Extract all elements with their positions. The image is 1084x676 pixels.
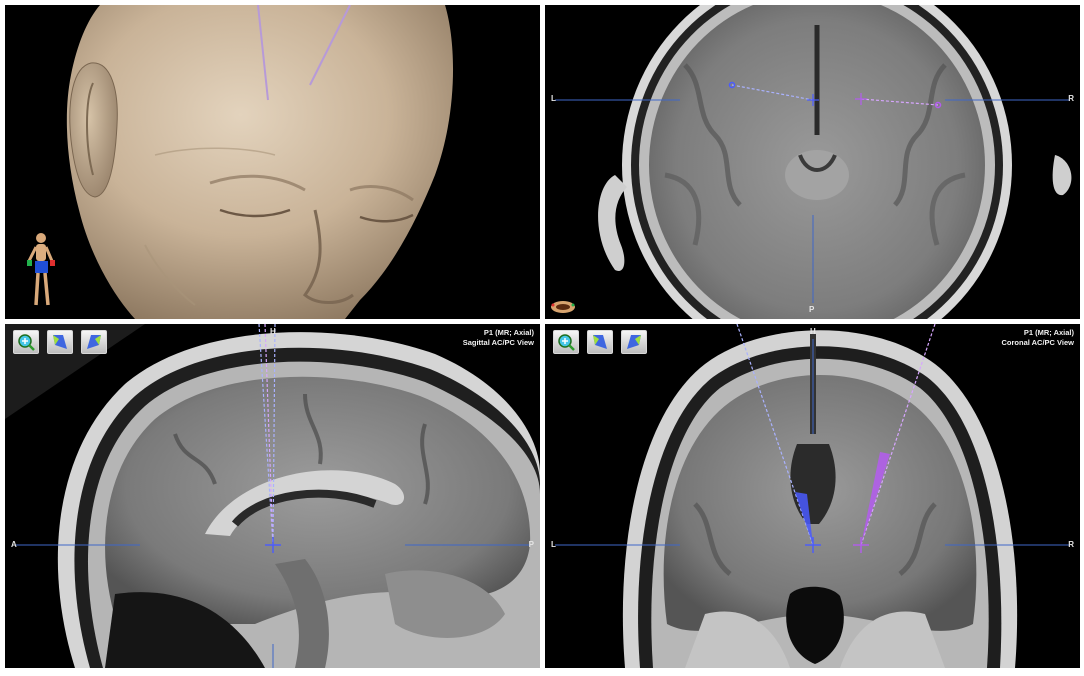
sagittal-view-label: Sagittal AC/PC View bbox=[462, 338, 534, 347]
zoom-icon bbox=[558, 334, 575, 351]
sagittal-right-label: P bbox=[528, 540, 534, 549]
viewport-3d-surface[interactable] bbox=[5, 5, 540, 319]
sagittal-info: P1 (MR; Axial) Sagittal AC/PC View bbox=[463, 328, 534, 348]
sagittal-toolbar bbox=[13, 330, 107, 354]
axial-bottom-label: P bbox=[809, 305, 815, 314]
orientation-head-icon bbox=[551, 301, 575, 313]
coronal-left-label: L bbox=[551, 540, 556, 549]
sagittal-series-label: P1 (MR; Axial) bbox=[483, 328, 534, 337]
coronal-mr-slice bbox=[555, 324, 1070, 668]
rotate-right-button[interactable] bbox=[621, 330, 647, 354]
coronal-view-label: Coronal AC/PC View bbox=[1001, 338, 1074, 347]
rotate-left-icon bbox=[53, 335, 67, 349]
rotate-right-icon bbox=[87, 335, 101, 349]
zoom-button[interactable] bbox=[13, 330, 39, 354]
coronal-toolbar bbox=[553, 330, 647, 354]
zoom-icon bbox=[18, 334, 35, 351]
rotate-right-icon bbox=[627, 335, 641, 349]
viewport-axial[interactable]: L R P bbox=[545, 5, 1080, 319]
rotate-right-button[interactable] bbox=[81, 330, 107, 354]
rotate-left-button[interactable] bbox=[47, 330, 73, 354]
viewport-sagittal[interactable]: P1 (MR; Axial) Sagittal AC/PC View A P H bbox=[5, 324, 540, 668]
zoom-button[interactable] bbox=[553, 330, 579, 354]
axial-mr-slice bbox=[551, 5, 1072, 319]
axial-left-label: L bbox=[551, 94, 556, 103]
coronal-right-label: R bbox=[1068, 540, 1074, 549]
coronal-series-label: P1 (MR; Axial) bbox=[1023, 328, 1074, 337]
axial-right-label: R bbox=[1068, 94, 1074, 103]
rotate-left-button[interactable] bbox=[587, 330, 613, 354]
sagittal-mr-slice bbox=[5, 324, 540, 668]
sagittal-left-label: A bbox=[11, 540, 17, 549]
rotate-left-icon bbox=[593, 335, 607, 349]
head-surface-render bbox=[27, 5, 454, 319]
sagittal-top-label: H bbox=[270, 327, 276, 336]
coronal-top-label: H bbox=[810, 327, 816, 336]
orientation-figure-icon bbox=[27, 233, 55, 306]
coronal-info: P1 (MR; Axial) Coronal AC/PC View bbox=[1001, 328, 1074, 348]
viewport-coronal[interactable]: P1 (MR; Axial) Coronal AC/PC View L R H bbox=[545, 324, 1080, 668]
